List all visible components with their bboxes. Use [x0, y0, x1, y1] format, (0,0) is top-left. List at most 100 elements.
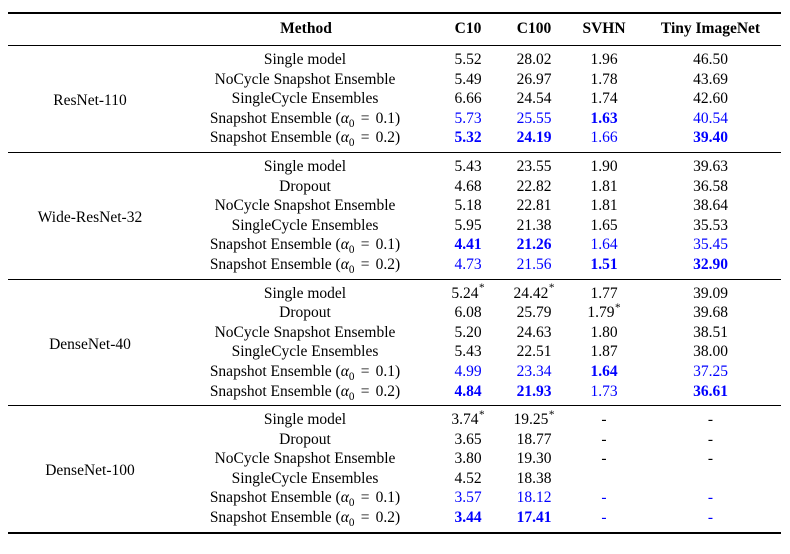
model-group-label: ResNet-110	[53, 92, 127, 110]
cell-svhn: 1.64	[590, 236, 618, 254]
method-label: NoCycle Snapshot Ensemble	[214, 323, 396, 341]
cell-tiny: 38.64	[693, 197, 728, 215]
method-label: Single model	[263, 411, 347, 429]
cell-tiny: 39.63	[693, 157, 728, 175]
cell-c100: 17.41	[516, 509, 552, 527]
cell-tiny: -	[707, 430, 714, 448]
cell-svhn: 1.78	[590, 70, 618, 88]
table-block: Wide-ResNet-32 Single model 5.43 23.55 1.90 3…	[8, 153, 781, 279]
cell-c100: 24.42*	[513, 282, 555, 302]
cell-svhn: 1.81	[590, 177, 618, 195]
method-label: NoCycle Snapshot Ensemble	[214, 450, 396, 468]
cell-c10: 5.49	[454, 70, 482, 88]
cell-c100: 19.30	[516, 450, 552, 468]
method-label: Snapshot Ensemble (α0 = 0.2)	[209, 382, 401, 403]
cell-tiny: 38.51	[693, 323, 728, 341]
cell-svhn	[568, 469, 640, 489]
cell-c10: 6.66	[454, 90, 482, 108]
cell-c10: 4.52	[454, 469, 482, 487]
bottom-rule-outer	[8, 532, 781, 534]
cell-svhn: 1.81	[590, 197, 618, 215]
cell-svhn: 1.73	[590, 382, 618, 400]
cell-tiny: -	[707, 509, 714, 527]
table-block: ResNet-110 Single model 5.52 28.02 1.96 46.50…	[8, 46, 781, 152]
cell-c10: 5.43	[454, 343, 482, 361]
method-label: NoCycle Snapshot Ensemble	[214, 197, 396, 215]
cell-c100: 21.93	[516, 382, 552, 400]
cell-svhn: 1.87	[590, 343, 618, 361]
cell-c100: 25.55	[516, 109, 552, 127]
cell-c10: 3.44	[454, 509, 482, 527]
cell-c10: 4.41	[454, 236, 482, 254]
cell-tiny: -	[707, 489, 714, 507]
alpha-symbol: α0	[340, 509, 355, 530]
method-label: Snapshot Ensemble (α0 = 0.2)	[209, 509, 401, 530]
cell-tiny: 35.53	[693, 216, 728, 234]
cell-tiny: 39.68	[693, 304, 728, 322]
method-label: Snapshot Ensemble (α0 = 0.2)	[209, 255, 401, 277]
cell-c100: 22.81	[516, 197, 552, 215]
cell-c10: 5.95	[454, 216, 482, 234]
cell-c100: 22.51	[516, 343, 552, 361]
cell-svhn: 1.77	[590, 284, 618, 302]
cell-tiny: 42.60	[693, 90, 728, 108]
model-group-label: Wide-ResNet-32	[37, 208, 143, 226]
alpha-symbol: α0	[340, 109, 355, 130]
cell-c100: 23.34	[516, 362, 552, 380]
cell-svhn: -	[601, 411, 607, 429]
cell-tiny: 32.90	[693, 255, 728, 273]
cell-svhn: 1.79*	[587, 301, 621, 322]
cell-svhn: 1.63	[590, 109, 618, 127]
method-label: SingleCycle Ensembles	[231, 343, 379, 361]
cell-tiny: 39.09	[693, 284, 728, 302]
method-label: Single model	[263, 284, 347, 302]
cell-tiny: 36.61	[693, 382, 728, 400]
method-label: Snapshot Ensemble (α0 = 0.1)	[209, 236, 401, 257]
header-group	[8, 14, 176, 46]
cell-c10: 5.32	[454, 129, 482, 147]
cell-c10: 4.84	[454, 382, 482, 400]
method-label: Snapshot Ensemble (α0 = 0.1)	[209, 109, 401, 130]
method-label: Dropout	[279, 430, 331, 448]
cell-c10: 4.99	[454, 362, 482, 380]
cell-c100: 18.38	[516, 469, 552, 487]
table-block: DenseNet-100 Single model 3.74* 19.25* - - Dro…	[8, 406, 781, 532]
table-row: DenseNet-100 Single model 3.74* 19.25* - -	[8, 406, 781, 479]
cell-tiny: 43.69	[693, 70, 728, 88]
cell-c100: 21.38	[516, 216, 552, 234]
cell-c10: 6.08	[454, 304, 482, 322]
cell-svhn: -	[601, 430, 607, 448]
cell-svhn: 1.51	[590, 255, 618, 273]
cell-c10: 5.20	[454, 323, 482, 341]
table-block: DenseNet-40 Single model 5.24* 24.42* 1.77 39…	[8, 280, 781, 406]
header-row: Method C10 C100 SVHN Tiny ImageNet	[8, 14, 781, 46]
cell-c10: 5.73	[454, 109, 482, 127]
table-row: Wide-ResNet-32 Single model 5.43 23.55 1.90 3…	[8, 153, 781, 226]
method-label: Single model	[263, 51, 347, 68]
method-label: Single model	[263, 157, 347, 175]
cell-tiny: 39.40	[693, 129, 728, 147]
cell-svhn: 1.66	[590, 129, 618, 147]
alpha-symbol: α0	[340, 236, 355, 257]
header-method: Method	[280, 20, 332, 37]
cell-c100: 25.79	[516, 304, 552, 322]
results-table: Method C10 C100 SVHN Tiny ImageNet ResNe…	[8, 12, 781, 534]
asterisk-marker: *	[548, 282, 555, 295]
cell-c100: 24.63	[516, 323, 552, 341]
cell-c100: 24.54	[516, 90, 552, 108]
table-row: DenseNet-40 Single model 5.24* 24.42* 1.77 39…	[8, 280, 781, 353]
table-row: ResNet-110 Single model 5.52 28.02 1.96 46.50	[8, 46, 781, 109]
cell-tiny	[640, 469, 781, 489]
header-c100: C100	[516, 20, 552, 37]
model-group-label: DenseNet-100	[45, 462, 135, 480]
cell-c10: 4.68	[454, 177, 482, 195]
asterisk-marker: *	[479, 282, 485, 295]
alpha-symbol: α0	[340, 129, 355, 150]
cell-tiny: 40.54	[693, 109, 728, 127]
table-footer	[8, 531, 781, 534]
cell-svhn: 1.90	[590, 157, 618, 175]
cell-c10: 5.43	[454, 157, 482, 175]
method-label: Snapshot Ensemble (α0 = 0.1)	[209, 489, 401, 510]
cell-c10: 3.57	[454, 489, 482, 507]
method-label: Dropout	[279, 304, 331, 322]
